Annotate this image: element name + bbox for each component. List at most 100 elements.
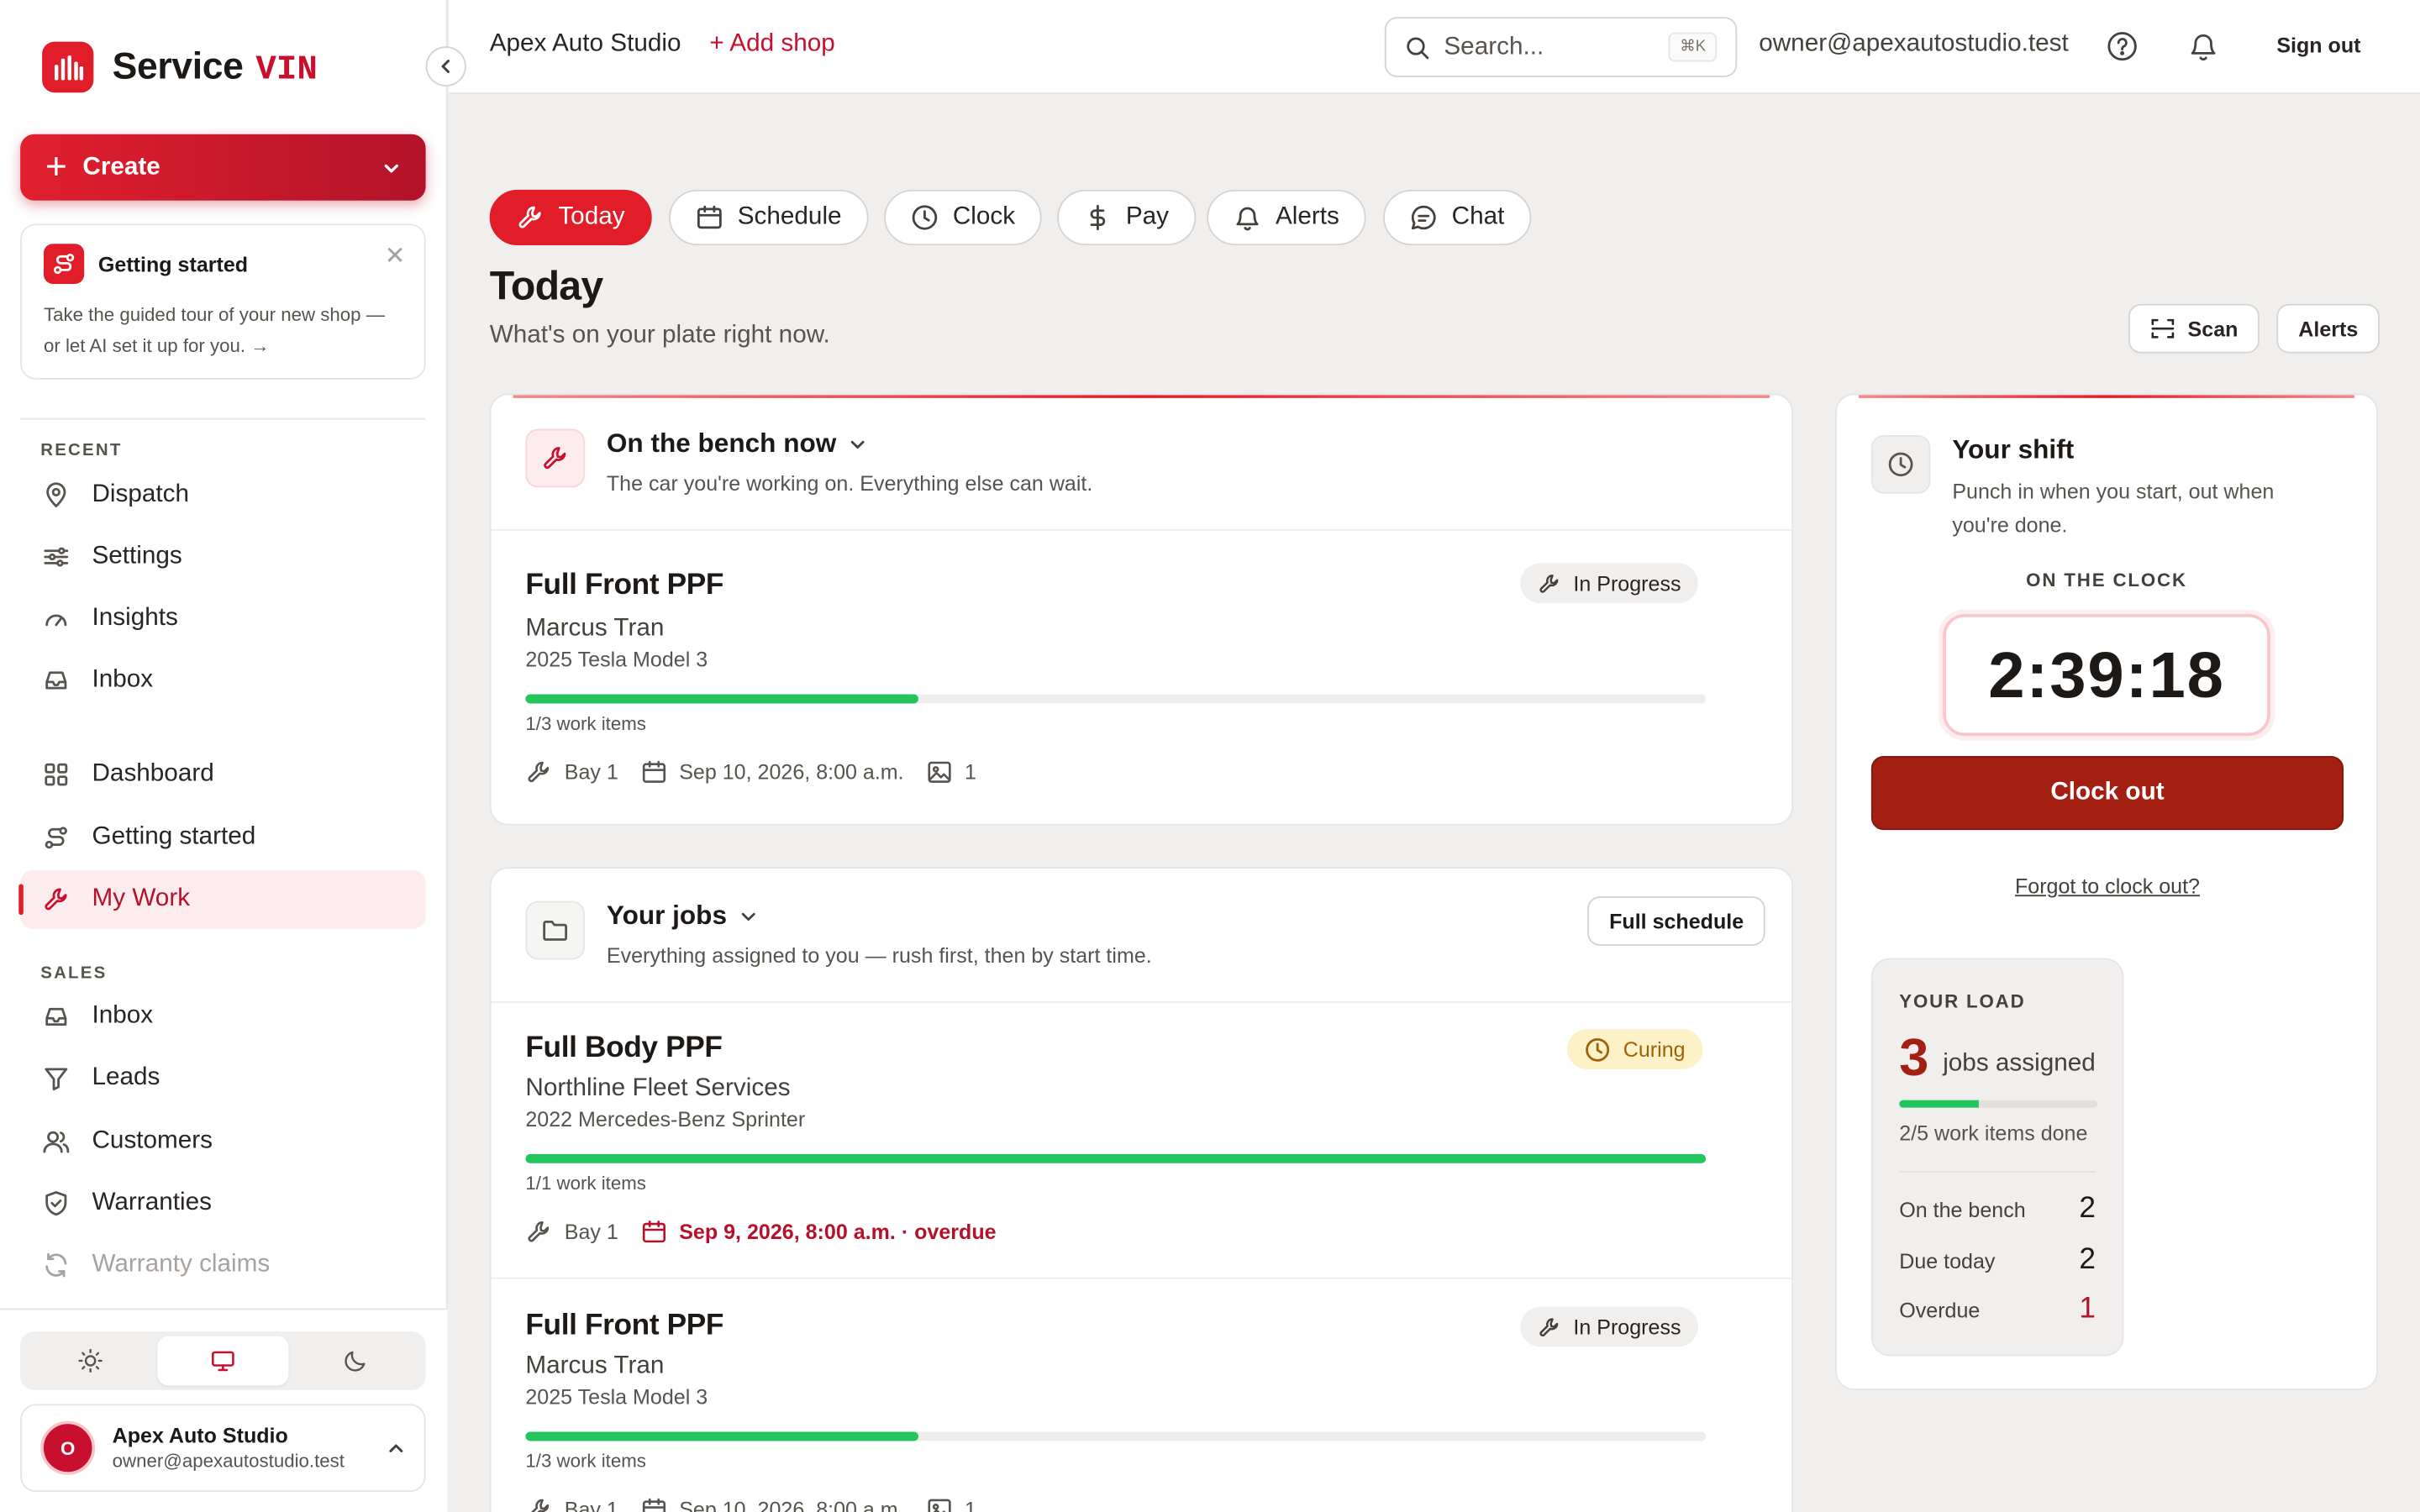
topbar: Apex Auto Studio + Add shop Search... ⌘K… [449,0,2420,95]
sidebar-item-label: Inbox [92,1002,154,1030]
bench-title-toggle[interactable]: On the bench now [607,429,868,460]
collapse-sidebar-button[interactable] [425,46,466,87]
close-icon[interactable]: ✕ [385,241,406,272]
filter-icon [45,1068,68,1091]
jobs-card: Your jobs Everything assigned to you — r… [489,867,1794,1512]
scan-button[interactable]: Scan [2128,303,2260,354]
clock-icon [912,205,938,230]
gauge-icon [45,614,67,627]
sidebar-item-getting-started[interactable]: Getting started [20,808,425,867]
alerts-button[interactable]: Alerts [2276,303,2381,354]
folder-icon [525,900,585,960]
status-badge: In Progress [1520,563,1698,604]
bell-icon [1236,207,1259,231]
divider [491,1001,1792,1003]
job-bay: Bay 1 [564,760,618,785]
calendar-icon [642,1221,666,1243]
full-schedule-button[interactable]: Full schedule [1587,896,1766,946]
bench-subtitle: The car you're working on. Everything el… [606,472,1093,496]
forgot-clock-out-link[interactable]: Forgot to clock out? [1871,874,2344,898]
chevron-down-icon [742,912,755,921]
chevron-down-icon [851,440,865,449]
wrench-icon [531,1499,550,1512]
job-title[interactable]: Full Front PPF [525,1310,723,1343]
status-label: In Progress [1573,571,1681,596]
getting-started-card[interactable]: Getting started ✕ Take the guided tour o… [20,223,426,380]
tab-schedule[interactable]: Schedule [669,189,869,246]
sidebar-item-dispatch[interactable]: Dispatch [20,466,425,525]
load-progress-fill [1899,1100,1979,1108]
add-shop-link[interactable]: + Add shop [709,31,834,59]
job-bay: Bay 1 [564,1220,618,1244]
avatar: O [40,1420,96,1475]
stat-value-due-today: 2 [2079,1243,2096,1276]
stat-label-due-today: Due today [1899,1249,1996,1273]
job-bay: Bay 1 [564,1498,618,1512]
search-icon [1407,36,1429,59]
brand-logo-icon [42,41,94,93]
account-menu[interactable]: O Apex Auto Studio owner@apexautostudio.… [20,1404,426,1493]
current-shop[interactable]: Apex Auto Studio [490,31,681,59]
tab-alerts[interactable]: Alerts [1207,189,1366,246]
help-icon[interactable] [2107,31,2138,62]
stat-value-overdue: 1 [2079,1293,2096,1326]
sidebar-item-label: Settings [92,543,182,570]
sidebar-item-customers[interactable]: Customers [20,1112,425,1171]
search-input[interactable]: Search... ⌘K [1384,17,1738,77]
tab-label: Today [558,203,625,230]
sidebar-item-warranty-claims[interactable]: Warranty claims [20,1236,425,1294]
job-title[interactable]: Full Body PPF [525,1032,723,1066]
progress-fill [525,1153,1707,1163]
sidebar-item-leads[interactable]: Leads [20,1049,425,1108]
account-name: Apex Auto Studio [112,1424,288,1447]
sidebar-item-label: Getting started [92,823,256,851]
load-heading: YOUR LOAD [1899,990,2026,1012]
job-meta: Bay 1 Sep 9, 2026, 8:00 a.m. · overdue [525,1219,997,1245]
sun-icon [79,1348,103,1373]
work-item-count: 1/3 work items [525,712,646,735]
jobs-title-toggle[interactable]: Your jobs [607,901,758,932]
sidebar-item-insights[interactable]: Insights [20,590,425,648]
wrench-icon [528,1221,550,1242]
sidebar-item-dashboard[interactable]: Dashboard [20,745,425,804]
create-label: Create [82,153,160,180]
sidebar-item-settings[interactable]: Settings [20,528,425,586]
getting-started-text[interactable]: Take the guided tour of your new shop — … [44,299,402,360]
calendar-icon [642,760,666,783]
theme-light-button[interactable] [25,1336,157,1386]
chevron-down-icon [384,163,398,172]
tab-chat[interactable]: Chat [1383,189,1531,246]
work-item-count: 1/3 work items [525,1450,646,1473]
job-title[interactable]: Full Front PPF [525,570,723,603]
tab-today[interactable]: Today [489,189,652,246]
sidebar-item-label: Insights [92,604,178,632]
user-email: owner@apexautostudio.test [1759,30,2069,57]
shield-icon [45,1191,67,1216]
sign-out-button[interactable]: Sign out [2276,34,2360,57]
progress-fill [525,694,919,704]
brand[interactable]: Service VIN [42,41,318,93]
chevron-up-icon [389,1443,403,1452]
job-vehicle: 2025 Tesla Model 3 [525,1385,708,1409]
sidebar-item-inbox-recent[interactable]: Inbox [20,651,425,710]
sidebar-item-label: Customers [92,1127,213,1154]
sidebar-item-my-work[interactable]: My Work [18,869,426,929]
sidebar-item-inbox[interactable]: Inbox [20,987,425,1046]
job-meta: Bay 1 Sep 10, 2026, 8:00 a.m. 1 [525,1497,976,1512]
sidebar-item-label: Dispatch [92,481,190,508]
job-date: Sep 10, 2026, 8:00 a.m. [679,760,904,785]
wrench-icon [528,761,550,783]
bell-icon[interactable] [2188,31,2219,62]
theme-dark-button[interactable] [289,1336,421,1386]
scan-label: Scan [2187,317,2238,340]
clock-out-button[interactable]: Clock out [1870,755,2344,831]
job-customer: Marcus Tran [525,1352,665,1380]
sidebar-item-label: Leads [92,1064,160,1091]
create-button[interactable]: + Create [20,134,426,201]
theme-system-button[interactable] [156,1336,289,1386]
sidebar-item-label: Warranty claims [92,1251,271,1278]
tab-clock[interactable]: Clock [884,189,1042,246]
divider [20,417,426,420]
tab-pay[interactable]: Pay [1057,189,1196,246]
sidebar-item-warranties[interactable]: Warranties [20,1174,425,1233]
